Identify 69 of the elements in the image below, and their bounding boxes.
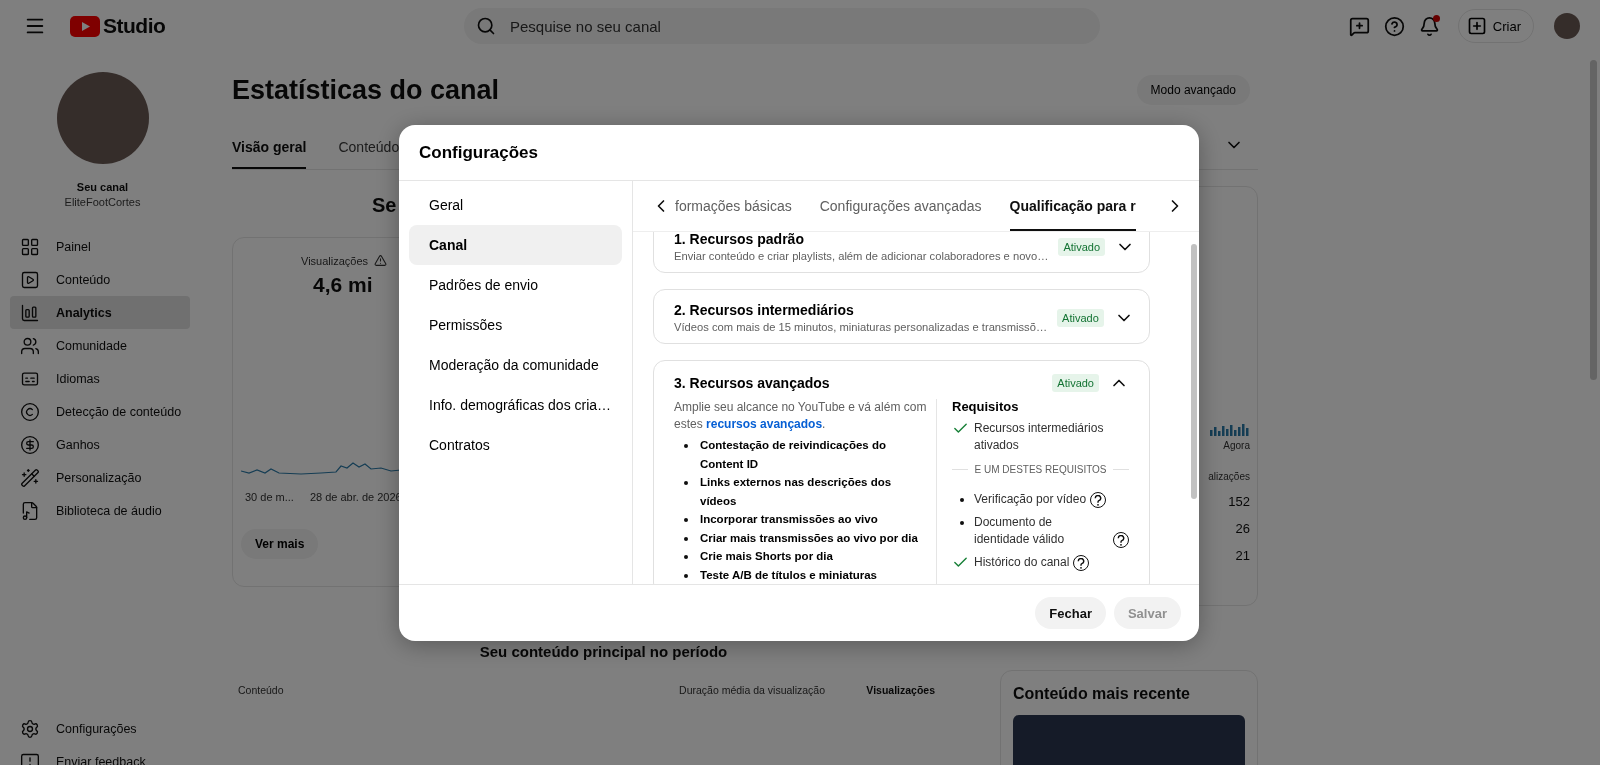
nav-item[interactable]: Analytics <box>10 296 190 329</box>
card-title: 2. Recursos intermediários <box>674 302 855 318</box>
nav-item[interactable]: Enviar feedback <box>10 745 190 765</box>
tab[interactable]: Conteúdo <box>338 139 400 169</box>
feature-item: Teste A/B de títulos e miniaturas <box>700 567 878 583</box>
nav-item[interactable]: Detecção de conteúdo <box>10 395 190 428</box>
column-header: Duração média da visualização <box>678 684 825 696</box>
card-title: 1. Recursos padrão <box>674 232 805 247</box>
tab[interactable]: Qualificação para r <box>1009 181 1136 231</box>
section-heading: Se <box>372 194 397 217</box>
card-title: 3. Recursos avançados <box>674 375 831 391</box>
metric-label: Visualizações <box>301 254 369 267</box>
dialog-button[interactable]: Fechar <box>1035 597 1106 629</box>
settings-nav-item[interactable]: Moderação da comunidade <box>409 345 622 385</box>
search-field[interactable]: Pesquise no seu canal <box>508 16 1088 36</box>
intro-text: Amplie seu alcance no YouTube e vá além com estes recursos avançados. <box>674 399 928 433</box>
metric-value: 4,6 mi <box>313 273 373 297</box>
card-description: Enviar conteúdo e criar playlists, além de adicionar colaboradores e novo… <box>674 250 1049 262</box>
nav-item[interactable]: Comunidade <box>10 329 190 362</box>
settings-nav-item[interactable]: Contratos <box>409 425 622 465</box>
settings-nav-item[interactable]: Info. demográficas dos cria… <box>409 385 622 425</box>
requirements-heading: Requisitos <box>952 399 1020 414</box>
requirement-text: Recursos intermediários ativados <box>974 420 1105 454</box>
requirement-text: Documento de identidade válido <box>974 514 1066 548</box>
tab[interactable]: Visão geral <box>232 139 307 169</box>
page-title: Estatísticas do canal <box>232 74 500 106</box>
requirement-text: Histórico do canal <box>974 554 1070 571</box>
channel-name: EliteFootCortes <box>64 196 141 208</box>
nav-item[interactable]: Idiomas <box>10 362 190 395</box>
table-cell: 21 <box>1235 548 1250 563</box>
nav-item[interactable]: Configurações <box>10 712 190 745</box>
channel-label: Seu canal <box>76 181 129 193</box>
nav-item[interactable]: Conteúdo <box>10 263 190 296</box>
settings-nav-item[interactable]: Canal <box>409 225 622 265</box>
column-header: Conteúdo <box>238 684 285 696</box>
create-button[interactable]: Criar <box>1457 9 1534 43</box>
column-header: Visualizações <box>865 684 935 696</box>
dialog-title: Configurações <box>399 125 1199 181</box>
section-heading: Seu conteúdo principal no período <box>478 643 729 660</box>
status-badge: Ativado <box>1052 374 1099 392</box>
feature-item: Crie mais Shorts por dia <box>700 549 834 564</box>
separator-label: E UM DESTES REQUISITOS <box>974 464 1107 475</box>
feature-item: Contestação de reivindicações do Content ID <box>700 438 887 472</box>
settings-nav-item[interactable]: Permissões <box>409 305 622 345</box>
card-description: Vídeos com mais de 15 minutos, miniaturas personalizadas e transmissõ… <box>674 321 1048 333</box>
axis-label: Agora <box>1223 440 1250 451</box>
settings-nav-item[interactable]: Geral <box>409 185 622 225</box>
logo-text: Studio <box>103 14 166 38</box>
nav-item[interactable]: Ganhos <box>10 428 190 461</box>
status-badge: Ativado <box>1057 308 1104 327</box>
tab[interactable]: Configurações avançadas <box>819 181 982 231</box>
tab[interactable]: formações básicas <box>675 181 792 231</box>
feature-item: Links externos nas descrições dos vídeos <box>700 475 893 509</box>
table-cell: 26 <box>1235 521 1250 536</box>
axis-label: 30 de m... <box>245 491 294 503</box>
nav-item[interactable]: Biblioteca de áudio <box>10 494 190 527</box>
see-more-button[interactable]: Ver mais <box>241 529 319 559</box>
status-badge: Ativado <box>1058 237 1106 256</box>
feature-item: Criar mais transmissões ao vivo por dia <box>700 530 919 546</box>
column-header: alizações <box>1208 471 1250 482</box>
advanced-mode-button[interactable]: Modo avançado <box>1136 75 1250 105</box>
nav-item[interactable]: Personalização <box>10 461 190 494</box>
settings-nav-item[interactable]: Padrões de envio <box>409 265 622 305</box>
table-cell: 152 <box>1228 494 1250 509</box>
requirement-text: Verificação por vídeo <box>974 491 1087 508</box>
nav-item[interactable]: Painel <box>10 230 190 263</box>
feature-item: Incorporar transmissões ao vivo <box>700 512 879 527</box>
search-bar[interactable]: Pesquise no seu canal <box>464 8 1100 44</box>
card-title: Conteúdo mais recente <box>1013 685 1191 703</box>
